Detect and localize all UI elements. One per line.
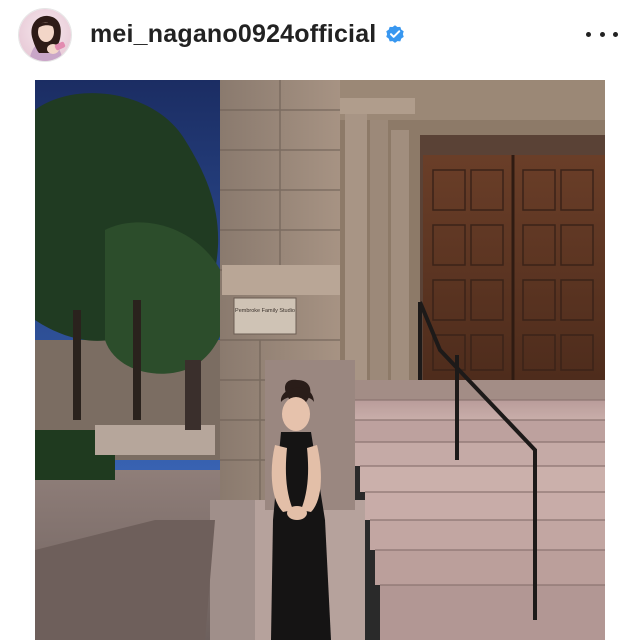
building-plaque bbox=[233, 297, 297, 335]
account-name-row: mei_nagano0924official bbox=[90, 14, 406, 54]
more-options-icon[interactable] bbox=[586, 20, 618, 48]
verified-badge-icon bbox=[384, 23, 406, 45]
avatar-image bbox=[19, 9, 71, 61]
more-dot bbox=[586, 31, 591, 37]
more-dot bbox=[599, 31, 605, 37]
post-header: mei_nagano0924official bbox=[0, 0, 640, 78]
svg-text:Pembroke Family Studio: Pembroke Family Studio bbox=[235, 308, 295, 314]
username-link[interactable]: mei_nagano0924official bbox=[90, 20, 376, 49]
photo-image: Pembroke Family Studio bbox=[35, 80, 605, 640]
post-photo[interactable]: Pembroke Family Studio bbox=[35, 80, 605, 640]
more-dot bbox=[613, 31, 618, 37]
profile-avatar[interactable] bbox=[18, 8, 72, 62]
